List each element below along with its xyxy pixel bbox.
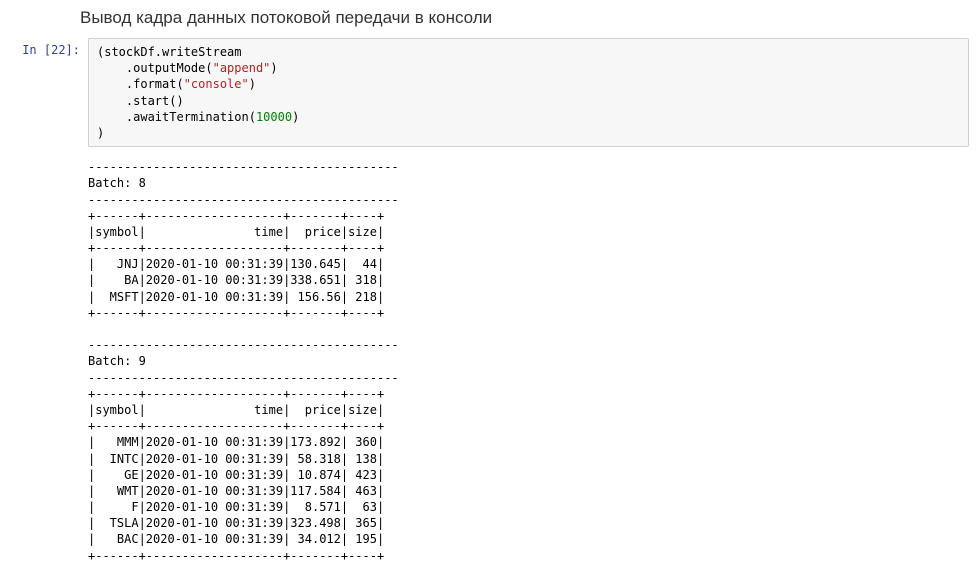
code-input[interactable]: (stockDf.writeStream .outputMode("append… (88, 38, 969, 147)
prompt-label: In [ (22, 43, 51, 57)
section-heading: Вывод кадра данных потоковой передачи в … (80, 8, 969, 28)
prompt-suffix: ]: (66, 43, 80, 57)
code-cell: In [22]: (stockDf.writeStream .outputMod… (10, 38, 969, 147)
notebook-container: Вывод кадра данных потоковой передачи в … (0, 0, 979, 574)
cell-output: ----------------------------------------… (80, 153, 969, 564)
prompt-count: 22 (51, 43, 65, 57)
input-prompt: In [22]: (10, 38, 88, 62)
